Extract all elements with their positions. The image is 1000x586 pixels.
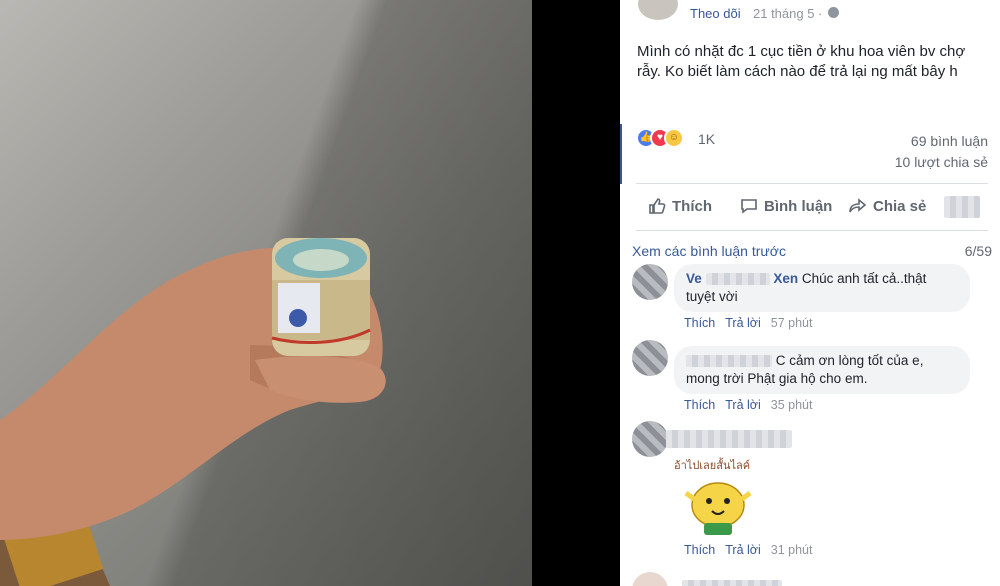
- commenter-avatar[interactable]: [632, 421, 668, 457]
- comment-icon: [741, 199, 757, 214]
- haha-reaction-icon: ☺: [664, 128, 684, 148]
- comment-meta: Thích Trả lời 31 phút: [684, 543, 813, 557]
- next-commenter-avatar[interactable]: [632, 572, 668, 586]
- blurred-avatar: [944, 196, 980, 218]
- reaction-icons[interactable]: 👍 ♥ ☺: [636, 128, 706, 150]
- commenter-avatar[interactable]: [632, 264, 668, 300]
- shares-count[interactable]: 10 lượt chia sẻ: [895, 154, 988, 170]
- comments-count[interactable]: 69 bình luận: [911, 133, 988, 149]
- comment-time[interactable]: 57 phút: [771, 316, 813, 330]
- share-button[interactable]: Chia sẻ: [849, 197, 926, 215]
- globe-icon: [828, 7, 839, 18]
- comment-like-link[interactable]: Thích: [684, 316, 715, 330]
- like-button-label: Thích: [672, 197, 712, 215]
- hand-holding-money-roll-icon: [0, 238, 386, 586]
- sticker-image[interactable]: อ้าไปเลยสั้นไลค์: [670, 455, 768, 545]
- thumbs-up-icon: [649, 198, 666, 214]
- comment-time[interactable]: 35 phút: [771, 398, 813, 412]
- commenter-name-tail[interactable]: Xen: [773, 271, 798, 286]
- comment-reply-link[interactable]: Trả lời: [725, 543, 761, 557]
- post-sidebar: Theo dõi 21 tháng 5 · Mình có nhặt đc 1 …: [620, 0, 1000, 586]
- post-photo[interactable]: [0, 0, 532, 586]
- comments-pager: 6/59: [964, 243, 992, 259]
- post-date[interactable]: 21 tháng 5 ·: [753, 6, 822, 21]
- comment-text: C cảm ơn lòng tốt của e,: [775, 353, 924, 368]
- comment-bubble: C cảm ơn lòng tốt của e, mong trời Phật …: [674, 346, 970, 394]
- comment-text: tuyệt vời: [686, 289, 738, 304]
- comment-reply-link[interactable]: Trả lời: [725, 316, 761, 330]
- view-previous-comments-link[interactable]: Xem các bình luận trước: [632, 243, 786, 259]
- viewer-gap: [532, 0, 620, 586]
- focus-indicator: [620, 124, 622, 184]
- reaction-count[interactable]: 1K: [698, 131, 715, 147]
- author-avatar[interactable]: [638, 0, 678, 20]
- share-icon: [849, 198, 867, 213]
- comment-time[interactable]: 31 phút: [771, 543, 813, 557]
- comment-text: Chúc anh tất cả..thật: [801, 271, 927, 286]
- blurred-name: [686, 355, 772, 368]
- blurred-name: [705, 273, 770, 286]
- like-button[interactable]: Thích: [648, 197, 712, 215]
- comment-button[interactable]: Bình luận: [740, 197, 832, 215]
- comment-reply-link[interactable]: Trả lời: [725, 398, 761, 412]
- commenter-avatar[interactable]: [632, 340, 668, 376]
- comment-like-link[interactable]: Thích: [684, 398, 715, 412]
- share-button-label: Chia sẻ: [873, 197, 927, 215]
- follow-link[interactable]: Theo dõi: [690, 6, 741, 21]
- sticker-text: อ้าไปเลยสั้นไลค์: [674, 457, 750, 472]
- commenter-name[interactable]: Ve: [686, 271, 702, 286]
- comment-button-label: Bình luận: [764, 197, 833, 215]
- divider: [636, 230, 988, 231]
- comment-text: mong trời Phật gia hộ cho em.: [686, 371, 868, 386]
- blurred-name: [666, 430, 792, 448]
- divider: [636, 183, 988, 184]
- comment-meta: Thích Trả lời 35 phút: [684, 398, 813, 412]
- comment-bubble: Ve Xen Chúc anh tất cả..thật tuyệt vời: [674, 264, 970, 312]
- comment-meta: Thích Trả lời 57 phút: [684, 316, 813, 330]
- post-text: Mình có nhặt đc 1 cục tiền ở khu hoa viê…: [637, 43, 966, 80]
- comment-like-link[interactable]: Thích: [684, 543, 715, 557]
- blurred-name: [682, 580, 782, 586]
